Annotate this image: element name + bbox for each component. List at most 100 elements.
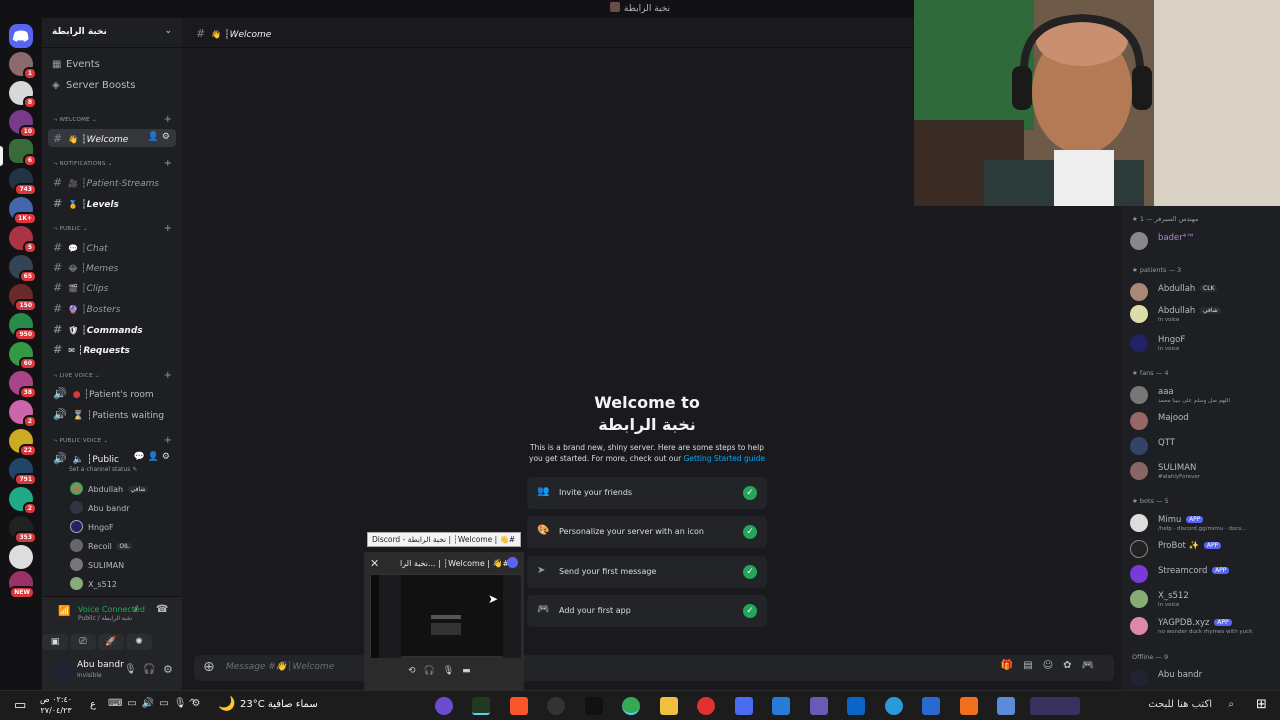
- channel-patient-streams[interactable]: # 🎥 ┆Patient-Streams: [48, 173, 176, 191]
- screen-share-button[interactable]: ⎚: [70, 634, 96, 650]
- close-icon[interactable]: ✕: [370, 557, 379, 570]
- member-item[interactable]: Streamcord APP: [1130, 564, 1278, 584]
- taskbar-app-icon[interactable]: [435, 697, 453, 715]
- server-icon[interactable]: 950: [9, 313, 37, 341]
- clock[interactable]: ٠٢:٤٠ ص ٢٧/٠٤/٢٣: [40, 694, 72, 716]
- add-channel-icon[interactable]: +: [164, 114, 172, 125]
- avatar[interactable]: [52, 661, 72, 681]
- member-item[interactable]: HngoF In voice: [1130, 333, 1278, 353]
- server-icon[interactable]: 10: [9, 110, 37, 138]
- channel-actions[interactable]: 💬 👤 ⚙: [134, 452, 170, 462]
- server-icon[interactable]: 743: [9, 168, 37, 196]
- category-notifications[interactable]: ⤷ NOTIFICATIONS ⌄: [54, 161, 113, 168]
- server-icon[interactable]: 65: [9, 255, 37, 283]
- taskbar-window-preview[interactable]: ✕ نخبة الرا... | ┆Welcome | 👋# ➤ ⟲🎧🎙▬: [364, 552, 524, 690]
- getting-started-link[interactable]: Getting Started guide: [684, 454, 765, 463]
- server-icon[interactable]: [9, 545, 33, 569]
- server-icon[interactable]: 353: [9, 516, 37, 544]
- voice-user[interactable]: Recoil OIL: [70, 539, 133, 552]
- voice-channel-public[interactable]: 🔊 🔈 ┆Public 💬 👤 ⚙: [48, 449, 176, 467]
- server-icon[interactable]: 60: [9, 342, 37, 370]
- taskbar-app-icon[interactable]: [735, 697, 753, 715]
- headphones-icon[interactable]: 🎧: [143, 664, 155, 675]
- task-invite-friends[interactable]: 👥 Invite your friends ✓: [527, 477, 767, 509]
- category-live-voice[interactable]: ⤷ LIVE VOICE ⌄: [54, 373, 100, 380]
- voice-channel-patients-waiting[interactable]: 🔊 ⌛ ┆Patients waiting: [48, 405, 176, 423]
- chevron-up-icon[interactable]: ^: [188, 698, 196, 709]
- discord-home-icon[interactable]: [9, 24, 33, 48]
- camera-off-button[interactable]: ▣: [42, 634, 68, 650]
- member-item[interactable]: ProBot ✨ APP: [1130, 539, 1278, 559]
- channel-requests[interactable]: # ✉ ┆Requests: [48, 340, 176, 358]
- channel-bosters[interactable]: # 🔮 ┆Bosters: [48, 299, 176, 317]
- server-icon[interactable]: NEW: [9, 571, 35, 599]
- server-icon[interactable]: 8: [9, 81, 37, 109]
- member-item[interactable]: Abdullah شافي In voice: [1130, 304, 1278, 324]
- voice-user[interactable]: X_s512: [70, 577, 117, 590]
- tiktok-icon[interactable]: [585, 697, 603, 715]
- taskbar-app-icon[interactable]: [772, 697, 790, 715]
- add-channel-icon[interactable]: +: [164, 370, 172, 381]
- voice-channel-patients-room[interactable]: 🔊 ● ┆Patient's room: [48, 384, 176, 402]
- windows-start-icon[interactable]: ⊞: [1256, 697, 1267, 712]
- preview-controls[interactable]: ⟲🎧🎙▬: [408, 666, 479, 676]
- member-item[interactable]: YAGPDB.xyz APP no wonder duck rhymes with…: [1130, 616, 1278, 636]
- preview-thumbnail[interactable]: [370, 574, 521, 658]
- channel-status-setter[interactable]: Set a channel status ✎: [69, 466, 137, 473]
- server-icon[interactable]: 791: [9, 458, 37, 486]
- server-icon[interactable]: 2: [9, 400, 37, 428]
- channel-chat[interactable]: # 💬 ┆Chat: [48, 238, 176, 256]
- disconnect-icon[interactable]: ☎: [156, 604, 168, 615]
- nav-server-boosts[interactable]: ◈ Server Boosts: [52, 80, 135, 91]
- channel-levels[interactable]: # 🏅 ┆Levels: [48, 194, 176, 212]
- member-item[interactable]: Abu bandr: [1130, 668, 1278, 688]
- category-public-voice[interactable]: ⤷ PUBLIC VOICE ⌄: [54, 438, 108, 445]
- task-send-message[interactable]: ➤ Send your first message ✓: [527, 556, 767, 588]
- member-item[interactable]: X_s512 In voice: [1130, 589, 1278, 609]
- add-channel-icon[interactable]: +: [164, 223, 172, 234]
- server-icon[interactable]: 22: [9, 429, 37, 457]
- brave-icon[interactable]: [510, 697, 528, 715]
- category-welcome[interactable]: ⤷ WELCOME ⌄: [54, 117, 97, 124]
- server-icon[interactable]: 5: [9, 226, 37, 254]
- add-channel-icon[interactable]: +: [164, 435, 172, 446]
- voice-user[interactable]: SULIMAN: [70, 558, 124, 571]
- task-personalize-server[interactable]: 🎨 Personalize your server with an icon ✓: [527, 516, 767, 548]
- message-input[interactable]: Message #👋┆Welcome: [226, 662, 334, 672]
- edge-icon[interactable]: [885, 697, 903, 715]
- taskbar-app-icon[interactable]: [472, 697, 490, 715]
- taskbar-app-icon[interactable]: [960, 697, 978, 715]
- member-item[interactable]: Mimu APP/help · discord.gg/mimu · docs..…: [1130, 513, 1278, 533]
- voice-location[interactable]: Public / نخبة الرابطة: [78, 615, 132, 622]
- voice-user[interactable]: HngoF: [70, 520, 114, 533]
- gear-icon[interactable]: ⚙: [163, 663, 173, 676]
- voice-user[interactable]: Abdullah شافي: [70, 482, 149, 495]
- server-icon[interactable]: 1K+: [9, 197, 37, 225]
- add-attachment-icon[interactable]: ⊕: [203, 659, 215, 675]
- add-channel-icon[interactable]: +: [164, 158, 172, 169]
- message-composer[interactable]: ⊕ Message #👋┆Welcome 🎁▤☺✿🎮: [194, 655, 1114, 681]
- member-item[interactable]: QTT: [1130, 436, 1278, 456]
- taskbar-app-icon[interactable]: [810, 697, 828, 715]
- channel-welcome[interactable]: # 👋 ┆Welcome 👤 ⚙: [48, 129, 176, 147]
- channel-clips[interactable]: # 🎬 ┆Clips: [48, 278, 176, 296]
- server-icon[interactable]: 38: [9, 371, 37, 399]
- member-item[interactable]: bader⁴™: [1130, 231, 1278, 251]
- server-icon[interactable]: 2: [9, 487, 37, 515]
- copilot-icon[interactable]: [997, 697, 1015, 715]
- server-icon[interactable]: 6: [9, 139, 37, 167]
- channel-commands[interactable]: # 🛡 ┆Commands: [48, 320, 176, 338]
- activity-button[interactable]: 🚀: [98, 634, 124, 650]
- search-box[interactable]: اكتب هنا للبحث ⌕: [1040, 695, 1240, 717]
- folder-icon[interactable]: [660, 697, 678, 715]
- composer-tools[interactable]: 🎁▤☺✿🎮: [1001, 660, 1104, 671]
- server-icon[interactable]: 1: [9, 52, 37, 80]
- soundboard-button[interactable]: ✺: [126, 634, 152, 650]
- voice-user[interactable]: Abu bandr: [70, 501, 130, 514]
- taskbar-app-icon[interactable]: [547, 697, 565, 715]
- weather-widget[interactable]: 23°C سماء صافية: [240, 699, 318, 710]
- channel-memes[interactable]: # 😂 ┆Memes: [48, 258, 176, 276]
- nav-events[interactable]: ▦ Events: [52, 59, 100, 70]
- notification-icon[interactable]: ▭: [14, 698, 26, 713]
- language-indicator[interactable]: ع: [90, 699, 96, 710]
